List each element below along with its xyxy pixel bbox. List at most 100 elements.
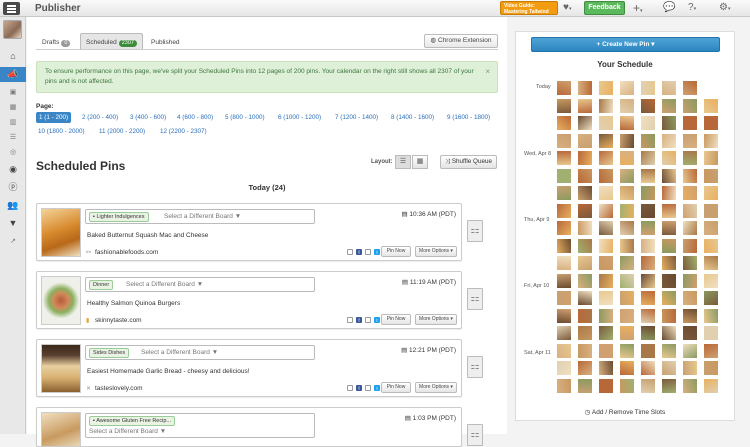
pin-thumbnail[interactable] [41, 208, 81, 257]
heart-icon[interactable]: ♥▾ [563, 2, 571, 15]
schedule-pin-thumb[interactable] [556, 360, 572, 376]
schedule-pin-thumb[interactable] [598, 255, 614, 271]
schedule-pin-thumb[interactable] [556, 377, 572, 394]
scheduled-time[interactable]: ▤ 11:19 AM (PDT) [402, 278, 456, 286]
schedule-pin-thumb[interactable] [661, 272, 677, 289]
list-layout-button[interactable]: ☰ [395, 155, 411, 169]
time-slots-button[interactable]: ◷ Add / Remove Time Slots [516, 408, 734, 416]
page-link-11[interactable]: 11 (2000 - 2200) [97, 126, 147, 137]
schedule-pin-thumb[interactable] [640, 342, 656, 359]
pinterest-icon[interactable]: ⓟ [0, 180, 26, 195]
schedule-pin-thumb[interactable] [703, 255, 719, 271]
schedule-pin-thumb[interactable] [640, 307, 656, 324]
schedule-pin-thumb[interactable] [682, 360, 698, 376]
schedule-pin-thumb[interactable] [703, 132, 719, 149]
schedule-pin-thumb[interactable] [598, 115, 614, 131]
page-link-12[interactable]: 12 (2200 - 2307) [158, 126, 209, 137]
schedule-pin-thumb[interactable] [556, 115, 572, 131]
schedule-pin-thumb[interactable] [556, 342, 572, 359]
page-link-5[interactable]: 5 (800 - 1000) [223, 112, 267, 123]
avatar[interactable] [3, 20, 22, 39]
schedule-pin-thumb[interactable] [661, 342, 677, 359]
schedule-pin-thumb[interactable] [661, 307, 677, 324]
schedule-pin-thumb[interactable] [661, 325, 677, 341]
trend-icon[interactable]: ↗ [0, 234, 26, 249]
home-icon[interactable]: ⌂ [0, 49, 26, 64]
schedule-pin-thumb[interactable] [640, 97, 656, 114]
schedule-pin-thumb[interactable] [556, 167, 572, 184]
drafts-icon[interactable]: ▣ [0, 85, 26, 100]
schedule-pin-thumb[interactable] [577, 237, 593, 254]
schedule-pin-thumb[interactable] [619, 167, 635, 184]
schedule-pin-thumb[interactable] [682, 325, 698, 341]
schedule-pin-thumb[interactable] [619, 272, 635, 289]
schedule-pin-thumb[interactable] [682, 290, 698, 306]
schedule-pin-thumb[interactable] [577, 220, 593, 236]
schedule-pin-thumb[interactable] [640, 272, 656, 289]
schedule-pin-thumb[interactable] [556, 290, 572, 306]
schedule-pin-thumb[interactable] [598, 150, 614, 166]
schedule-pin-thumb[interactable] [661, 97, 677, 114]
schedule-pin-thumb[interactable] [682, 97, 698, 114]
filter-icon[interactable]: ▼ [0, 216, 26, 231]
page-link-4[interactable]: 4 (600 - 800) [175, 112, 215, 123]
schedule-pin-thumb[interactable] [598, 185, 614, 201]
schedule-pin-thumb[interactable] [682, 220, 698, 236]
schedule-pin-thumb[interactable] [661, 377, 677, 394]
schedule-pin-thumb[interactable] [661, 150, 677, 166]
schedule-pin-thumb[interactable] [703, 342, 719, 359]
more-options-button[interactable]: More Options ▾ [415, 382, 457, 393]
schedule-pin-thumb[interactable] [640, 237, 656, 254]
schedule-pin-thumb[interactable] [703, 272, 719, 289]
schedule-pin-thumb[interactable] [556, 132, 572, 149]
schedule-pin-thumb[interactable] [556, 237, 572, 254]
pin-thumbnail[interactable] [41, 412, 81, 447]
checkbox[interactable] [365, 249, 371, 255]
schedule-pin-thumb[interactable] [577, 150, 593, 166]
schedule-pin-thumb[interactable] [556, 307, 572, 324]
schedule-pin-thumb[interactable] [577, 97, 593, 114]
schedule-pin-thumb[interactable] [598, 237, 614, 254]
schedule-pin-thumb[interactable] [598, 360, 614, 376]
menu-icon[interactable] [3, 2, 20, 15]
schedule-pin-thumb[interactable] [703, 237, 719, 254]
schedule-pin-thumb[interactable] [619, 360, 635, 376]
queue-icon[interactable]: ⚏ [467, 424, 483, 446]
schedule-pin-thumb[interactable] [619, 150, 635, 166]
schedule-pin-thumb[interactable] [619, 115, 635, 131]
pin-thumbnail[interactable] [41, 344, 81, 393]
plus-icon[interactable]: +▾ [633, 2, 643, 17]
schedule-pin-thumb[interactable] [556, 185, 572, 201]
schedule-pin-thumb[interactable] [598, 307, 614, 324]
schedule-pin-thumb[interactable] [682, 272, 698, 289]
pin-now-button[interactable]: Pin Now [381, 382, 411, 393]
schedule-pin-thumb[interactable] [661, 255, 677, 271]
schedule-pin-thumb[interactable] [598, 132, 614, 149]
schedule-pin-thumb[interactable] [640, 167, 656, 184]
scheduled-time[interactable]: ▤ 1:03 PM (PDT) [405, 414, 456, 422]
page-link-1[interactable]: 1 (1 - 200) [36, 112, 72, 123]
page-link-10[interactable]: 10 (1800 - 2000) [36, 126, 87, 137]
schedule-pin-thumb[interactable] [640, 360, 656, 376]
schedule-pin-thumb[interactable] [619, 377, 635, 394]
twitter-icon[interactable]: t [374, 317, 380, 323]
schedule-pin-thumb[interactable] [619, 307, 635, 324]
page-link-2[interactable]: 2 (200 - 400) [80, 112, 120, 123]
schedule-pin-thumb[interactable] [703, 167, 719, 184]
schedule-pin-thumb[interactable] [682, 132, 698, 149]
feedback-button[interactable]: Feedback [584, 1, 625, 15]
schedule-pin-thumb[interactable] [682, 377, 698, 394]
schedule-pin-thumb[interactable] [640, 80, 656, 96]
schedule-pin-thumb[interactable] [619, 202, 635, 219]
gear-icon[interactable]: ⚙▾ [719, 2, 730, 15]
schedule-pin-thumb[interactable] [703, 115, 719, 131]
schedule-pin-thumb[interactable] [619, 132, 635, 149]
chat-icon[interactable]: 💬 [663, 2, 675, 14]
schedule-pin-thumb[interactable] [598, 202, 614, 219]
page-link-8[interactable]: 8 (1400 - 1600) [389, 112, 436, 123]
schedule-pin-thumb[interactable] [619, 185, 635, 201]
scheduled-time[interactable]: ▤ 12:21 PM (PDT) [401, 346, 456, 354]
page-link-6[interactable]: 6 (1000 - 1200) [276, 112, 323, 123]
schedule-pin-thumb[interactable] [577, 115, 593, 131]
schedule-pin-thumb[interactable] [619, 220, 635, 236]
